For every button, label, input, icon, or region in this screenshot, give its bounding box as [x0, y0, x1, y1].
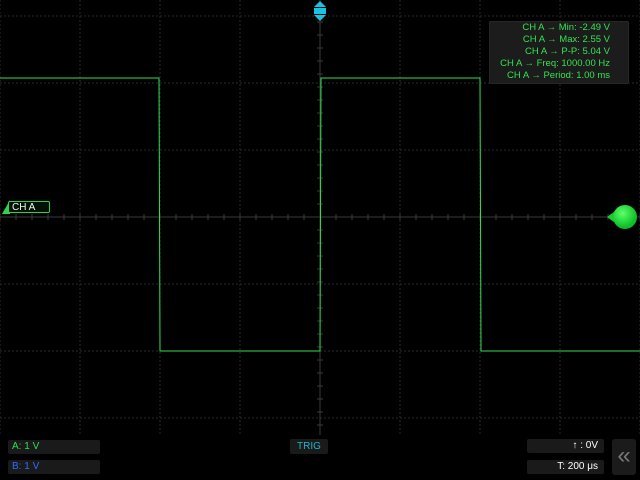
trigger-position-shape [314, 1, 326, 21]
measurement-freq: CH A → Freq: 1000.00 Hz [500, 58, 610, 69]
measurement-period: CH A → Period: 1.00 ms [507, 70, 610, 81]
measurement-min: CH A → Min: -2.49 V [522, 22, 610, 33]
channel-b-scale-button[interactable]: B: 1 V [8, 460, 100, 474]
measurement-panel[interactable]: CH A → Min: -2.49 V CH A → Max: 2.55 V C… [489, 21, 629, 84]
time-base-button[interactable]: T: 200 μs [527, 460, 604, 474]
trigger-level-icon[interactable] [607, 205, 637, 229]
trigger-position-icon[interactable] [313, 0, 327, 22]
measurement-pp: CH A → P-P: 5.04 V [524, 46, 610, 57]
trigger-level-button[interactable]: ↑ : 0V [527, 439, 604, 453]
chevron-double-left-icon[interactable]: « [612, 439, 636, 475]
channel-a-scale-button[interactable]: A: 1 V [8, 440, 100, 454]
channel-a-label[interactable]: CH A [8, 201, 50, 213]
measurement-max: CH A → Max: 2.55 V [522, 34, 610, 45]
bottom-bar: A: 1 V B: 1 V TRIG ↑ : 0V T: 200 μs « [0, 435, 640, 480]
trigger-button[interactable]: TRIG [290, 439, 328, 454]
